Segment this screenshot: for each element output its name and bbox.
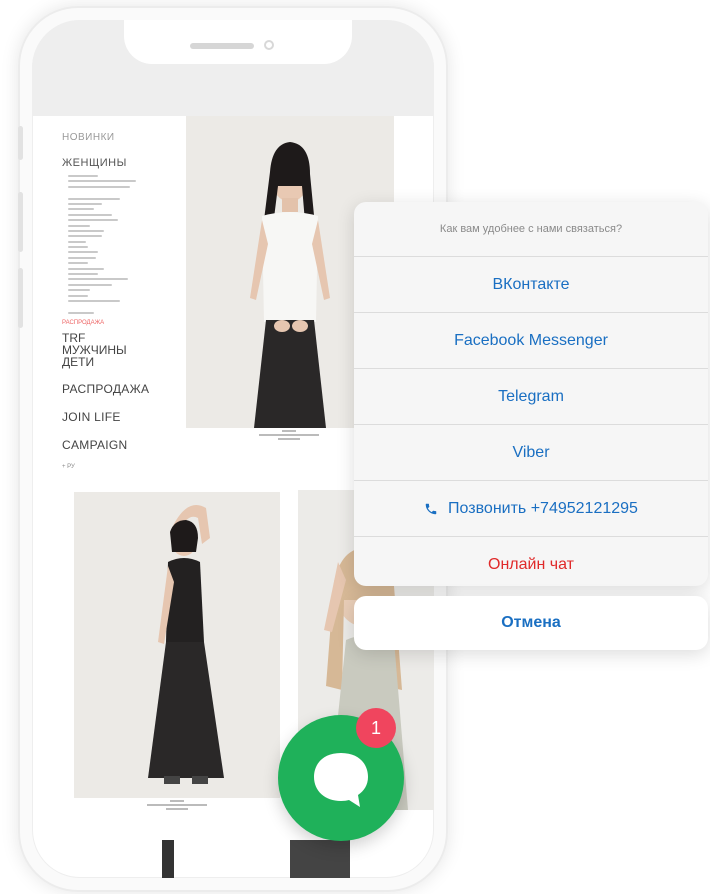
- notch: [124, 20, 352, 64]
- language-selector[interactable]: + РУ: [62, 464, 202, 470]
- mute-switch: [18, 126, 23, 160]
- menu-item-men[interactable]: МУЖЧИНЫ: [62, 344, 202, 356]
- volume-up-button: [18, 192, 23, 252]
- product-caption-1: [244, 430, 334, 440]
- option-label: Онлайн чат: [488, 555, 574, 573]
- menu-item-campaign[interactable]: CAMPAIGN: [62, 438, 202, 452]
- menu-item-women-sale[interactable]: РАСПРОДАЖА: [62, 320, 202, 326]
- cancel-button[interactable]: Отмена: [354, 596, 708, 650]
- option-label: Facebook Messenger: [454, 331, 608, 349]
- women-subcategory-list: [62, 175, 202, 314]
- product-image-partial-5: [290, 840, 350, 878]
- product-caption-2: [132, 800, 222, 810]
- category-menu: НОВИНКИ ЖЕНЩИНЫ РАСПРОДАЖА TRF МУЖЧИНЫ Д…: [62, 132, 202, 470]
- menu-item-new[interactable]: НОВИНКИ: [62, 132, 202, 143]
- model-dress-illustration: [74, 492, 280, 798]
- menu-item-kids[interactable]: ДЕТИ: [62, 356, 202, 368]
- menu-item-women[interactable]: ЖЕНЩИНЫ: [62, 157, 202, 169]
- product-image-2[interactable]: [74, 492, 280, 798]
- option-label: Telegram: [498, 387, 564, 405]
- facebook-messenger-option[interactable]: Facebook Messenger: [354, 313, 708, 369]
- option-label: Viber: [512, 443, 550, 461]
- menu-item-join-life[interactable]: JOIN LIFE: [62, 410, 202, 424]
- telegram-option[interactable]: Telegram: [354, 369, 708, 425]
- contact-action-sheet: Как вам удобнее с нами связаться? ВКонта…: [354, 202, 708, 586]
- sheet-title: Как вам удобнее с нами связаться?: [354, 202, 708, 257]
- call-option[interactable]: Позвонить +74952121295: [354, 481, 708, 537]
- option-label: Позвонить +74952121295: [448, 499, 638, 517]
- speaker-grille: [190, 43, 254, 49]
- notification-badge: 1: [356, 708, 396, 748]
- menu-item-sale[interactable]: РАСПРОДАЖА: [62, 382, 202, 396]
- option-label: ВКонтакте: [492, 275, 570, 293]
- cancel-label: Отмена: [501, 614, 561, 631]
- phone-icon: [425, 503, 437, 514]
- front-camera: [264, 40, 274, 50]
- volume-down-button: [18, 268, 23, 328]
- viber-option[interactable]: Viber: [354, 425, 708, 481]
- online-chat-option[interactable]: Онлайн чат: [354, 537, 708, 586]
- product-image-partial-4: [162, 840, 174, 878]
- menu-item-trf[interactable]: TRF: [62, 332, 202, 344]
- vkontakte-option[interactable]: ВКонтакте: [354, 257, 708, 313]
